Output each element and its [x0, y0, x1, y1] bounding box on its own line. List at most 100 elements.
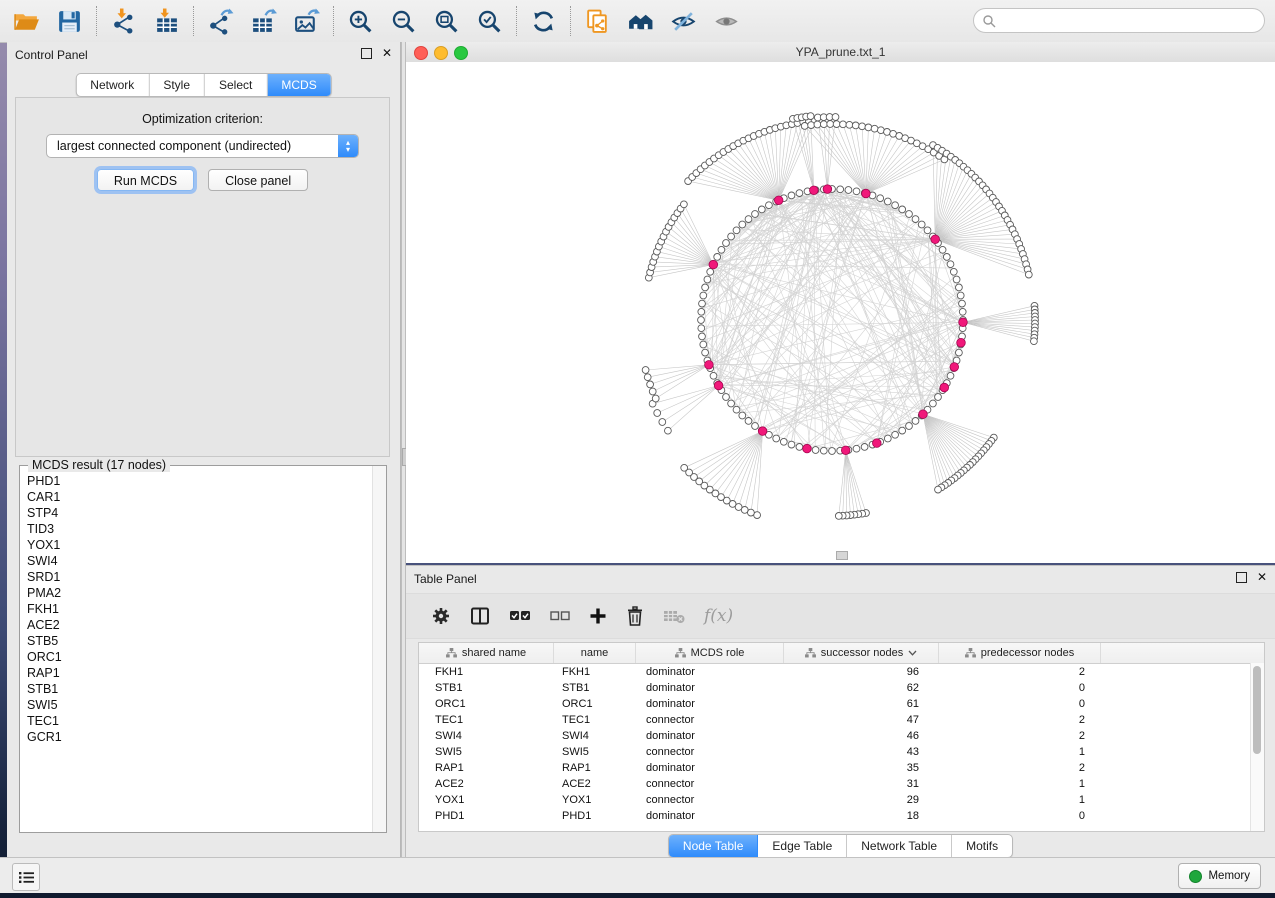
delete-column-icon[interactable]	[626, 605, 644, 627]
close-panel-icon[interactable]: ✕	[382, 47, 392, 59]
table-row[interactable]: STB1STB1dominator620	[419, 680, 1264, 696]
mcds-result-item[interactable]: STP4	[27, 505, 372, 521]
network-canvas[interactable]	[406, 62, 1275, 563]
export-table-icon[interactable]	[250, 8, 277, 35]
table-cell: 1	[939, 776, 1101, 792]
save-session-icon[interactable]	[56, 8, 83, 35]
table-row[interactable]: PHD1PHD1dominator180	[419, 808, 1264, 824]
export-image-icon[interactable]	[293, 8, 320, 35]
table-row[interactable]: FKH1FKH1dominator962	[419, 664, 1264, 680]
float-panel-icon[interactable]	[361, 48, 372, 59]
import-network-icon[interactable]	[110, 8, 137, 35]
table-cell: PHD1	[419, 808, 554, 824]
table-tab-edge-table[interactable]: Edge Table	[758, 835, 847, 857]
open-session-icon[interactable]	[13, 8, 40, 35]
table-scrollbar-thumb[interactable]	[1253, 666, 1261, 754]
optimization-criterion-select[interactable]: largest connected component (undirected)…	[46, 134, 359, 158]
refresh-view-icon[interactable]	[530, 8, 557, 35]
show-all-houses-icon[interactable]	[627, 8, 654, 35]
memory-button[interactable]: Memory	[1178, 863, 1261, 889]
sitemap-icon	[446, 648, 457, 658]
column-header-predecessor-nodes[interactable]: predecessor nodes	[939, 643, 1101, 663]
mcds-result-item[interactable]: TID3	[27, 521, 372, 537]
table-row[interactable]: YOX1YOX1connector291	[419, 792, 1264, 808]
column-header-MCDS-role[interactable]: MCDS role	[636, 643, 784, 663]
memory-status-icon	[1189, 870, 1202, 883]
float-panel-icon[interactable]	[1236, 572, 1247, 583]
control-tab-mcds[interactable]: MCDS	[267, 74, 330, 96]
hide-selected-eye-slash-icon[interactable]	[670, 8, 697, 35]
table-tab-node-table[interactable]: Node Table	[669, 835, 759, 857]
import-table-icon[interactable]	[153, 8, 180, 35]
table-cell: 96	[784, 664, 939, 680]
zoom-fit-icon[interactable]	[433, 8, 460, 35]
clone-network-icon[interactable]	[584, 8, 611, 35]
control-tab-select[interactable]: Select	[205, 74, 267, 96]
mcds-result-item[interactable]: STB1	[27, 681, 372, 697]
table-row[interactable]: SWI4SWI4dominator462	[419, 728, 1264, 744]
control-tab-style[interactable]: Style	[149, 74, 205, 96]
function-builder-icon: f(x)	[704, 605, 733, 627]
canvas-resize-handle[interactable]	[836, 551, 848, 560]
column-header-successor-nodes[interactable]: successor nodes	[784, 643, 939, 663]
table-cell: ACE2	[419, 776, 554, 792]
mcds-result-item[interactable]: RAP1	[27, 665, 372, 681]
table-cell: 1	[939, 792, 1101, 808]
select-all-rows-icon[interactable]	[509, 605, 531, 627]
column-visibility-icon[interactable]	[470, 605, 490, 627]
control-panel-tabs: NetworkStyleSelectMCDS	[75, 73, 331, 97]
deselect-all-rows-icon[interactable]	[550, 605, 570, 627]
table-tab-motifs[interactable]: Motifs	[952, 835, 1012, 857]
table-cell: 61	[784, 696, 939, 712]
table-options-gear-icon[interactable]	[431, 605, 451, 627]
table-cell: RAP1	[554, 760, 636, 776]
mcds-result-item[interactable]: ORC1	[27, 649, 372, 665]
run-mcds-button[interactable]: Run MCDS	[97, 169, 194, 191]
mcds-result-item[interactable]: SWI4	[27, 553, 372, 569]
table-cell: 31	[784, 776, 939, 792]
show-hidden-eye-icon[interactable]	[713, 8, 740, 35]
mcds-result-item[interactable]: STB5	[27, 633, 372, 649]
table-row[interactable]: RAP1RAP1dominator352	[419, 760, 1264, 776]
mcds-result-item[interactable]: PMA2	[27, 585, 372, 601]
close-panel-icon[interactable]: ✕	[1257, 571, 1267, 583]
mcds-result-item[interactable]: SRD1	[27, 569, 372, 585]
table-cell: PHD1	[554, 808, 636, 824]
add-column-icon[interactable]	[589, 605, 607, 627]
mcds-result-list[interactable]: PHD1CAR1STP4TID3YOX1SWI4SRD1PMA2FKH1ACE2…	[21, 469, 372, 831]
mcds-result-scrollbar[interactable]	[372, 466, 386, 832]
mcds-result-item[interactable]: GCR1	[27, 729, 372, 745]
mcds-result-item[interactable]: SWI5	[27, 697, 372, 713]
mcds-tab-content: Optimization criterion: largest connecte…	[15, 97, 390, 457]
table-cell: SWI4	[554, 728, 636, 744]
table-cell: 62	[784, 680, 939, 696]
table-row[interactable]: TEC1TEC1connector472	[419, 712, 1264, 728]
table-cell: 0	[939, 680, 1101, 696]
panel-list-button[interactable]	[12, 863, 40, 891]
mcds-result-item[interactable]: CAR1	[27, 489, 372, 505]
column-header-name[interactable]: name	[554, 643, 636, 663]
mcds-result-item[interactable]: ACE2	[27, 617, 372, 633]
table-cell: 35	[784, 760, 939, 776]
zoom-out-icon[interactable]	[390, 8, 417, 35]
table-cell: TEC1	[554, 712, 636, 728]
network-graph[interactable]	[406, 62, 1275, 563]
close-panel-button[interactable]: Close panel	[208, 169, 308, 191]
mcds-result-item[interactable]: PHD1	[27, 473, 372, 489]
zoom-selected-icon[interactable]	[476, 8, 503, 35]
table-row[interactable]: SWI5SWI5connector431	[419, 744, 1264, 760]
search-input[interactable]	[973, 8, 1265, 33]
control-tab-network[interactable]: Network	[76, 74, 149, 96]
table-scrollbar[interactable]	[1250, 663, 1264, 831]
table-row[interactable]: ORC1ORC1dominator610	[419, 696, 1264, 712]
zoom-in-icon[interactable]	[347, 8, 374, 35]
column-header-shared-name[interactable]: shared name	[419, 643, 554, 663]
table-row[interactable]: ACE2ACE2connector311	[419, 776, 1264, 792]
export-network-icon[interactable]	[207, 8, 234, 35]
mcds-result-item[interactable]: YOX1	[27, 537, 372, 553]
table-tab-network-table[interactable]: Network Table	[847, 835, 952, 857]
mcds-result-item[interactable]: TEC1	[27, 713, 372, 729]
mcds-result-item[interactable]: FKH1	[27, 601, 372, 617]
optimization-criterion-label: Optimization criterion:	[16, 112, 389, 126]
column-header-filler	[1101, 643, 1264, 663]
